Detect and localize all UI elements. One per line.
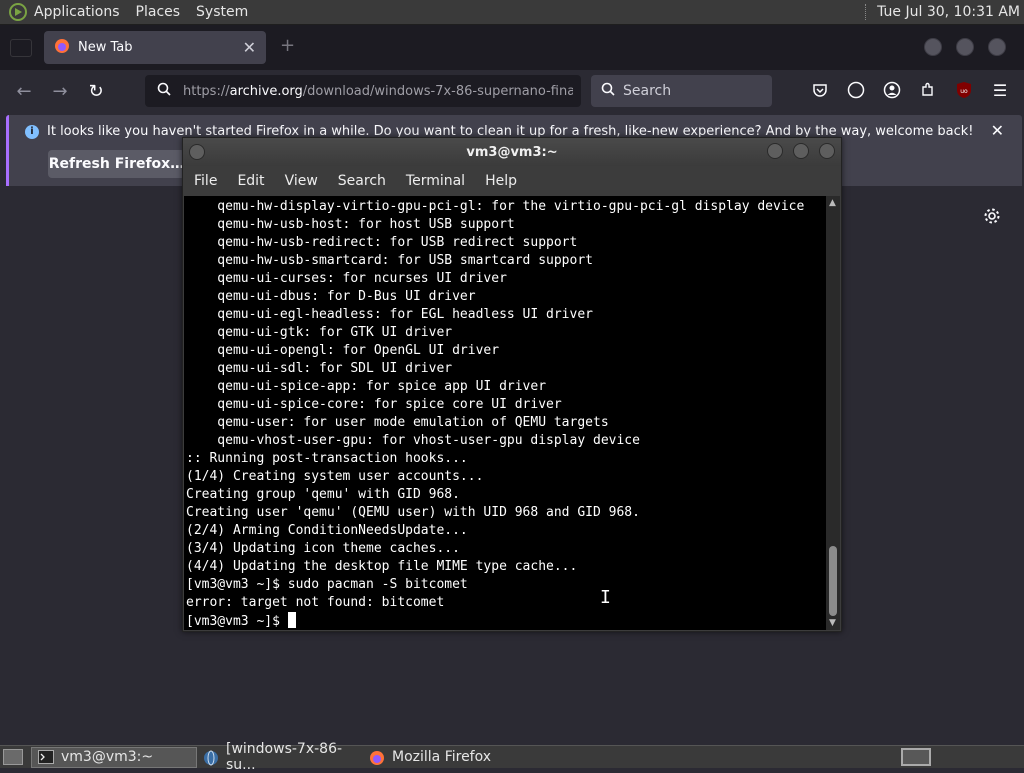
url-bar[interactable]: https://archive.org/download/windows-7x-…: [145, 75, 581, 107]
taskbar-item-label: [windows-7x-86-su...: [226, 741, 343, 773]
terminal-line: qemu-hw-usb-redirect: for USB redirect s…: [186, 235, 578, 250]
close-window-button[interactable]: [988, 38, 1006, 56]
text-cursor-icon: I: [600, 587, 611, 608]
terminal-line: qemu-hw-display-virtio-gpu-pci-gl: for t…: [186, 199, 805, 214]
terminal-window: vm3@vm3:~ File Edit View Search Terminal…: [182, 137, 842, 632]
menu-terminal[interactable]: Terminal: [406, 173, 465, 189]
taskbar-item-download[interactable]: [windows-7x-86-su...: [197, 741, 363, 773]
menu-edit[interactable]: Edit: [237, 173, 264, 189]
clock[interactable]: Tue Jul 30, 10:31 AM: [877, 4, 1020, 20]
close-notification-icon[interactable]: ✕: [991, 121, 1004, 140]
gear-icon[interactable]: [983, 207, 1001, 229]
menu-view[interactable]: View: [285, 173, 318, 189]
ublock-origin-icon[interactable]: uo: [953, 79, 975, 101]
terminal-cursor: [287, 612, 296, 628]
extensions-icon[interactable]: [917, 79, 939, 101]
nav-bar: ← → ↻ https://archive.org/download/windo…: [0, 70, 1024, 112]
bottom-taskbar: vm3@vm3:~ [windows-7x-86-su... Mozilla F…: [0, 741, 1024, 773]
terminal-line: qemu-ui-dbus: for D-Bus UI driver: [186, 289, 476, 304]
minimize-button[interactable]: [924, 38, 942, 56]
scroll-up-icon[interactable]: ▲: [829, 198, 836, 208]
new-tab-icon[interactable]: +: [280, 35, 295, 56]
terminal-window-controls: [767, 143, 835, 159]
reload-icon[interactable]: ↻: [81, 76, 111, 106]
terminal-line: (1/4) Creating system user accounts...: [186, 469, 484, 484]
svg-text:uo: uo: [960, 88, 968, 95]
window-menu-button[interactable]: [189, 144, 205, 160]
info-icon: i: [25, 125, 39, 139]
forward-icon[interactable]: →: [45, 76, 75, 106]
terminal-line: :: Running post-transaction hooks...: [186, 451, 468, 466]
terminal-line: qemu-ui-sdl: for SDL UI driver: [186, 361, 453, 376]
close-tab-icon[interactable]: ✕: [243, 38, 256, 57]
window-controls: [924, 38, 1006, 56]
terminal-output[interactable]: qemu-hw-display-virtio-gpu-pci-gl: for t…: [184, 196, 826, 630]
applications-logo-icon[interactable]: [8, 2, 28, 22]
terminal-line: Creating user 'qemu' (QEMU user) with UI…: [186, 505, 640, 520]
terminal-line: Creating group 'qemu' with GID 968.: [186, 487, 460, 502]
terminal-prompt-line: [vm3@vm3 ~]$: [186, 612, 826, 630]
search-placeholder: Search: [623, 83, 672, 99]
terminal-line: qemu-hw-usb-host: for host USB support: [186, 217, 515, 232]
terminal-line: error: target not found: bitcomet: [186, 595, 445, 610]
taskbar-item-label: Mozilla Firefox: [392, 749, 492, 765]
terminal-line: qemu-ui-spice-core: for spice core UI dr…: [186, 397, 562, 412]
system-menu[interactable]: System: [196, 4, 248, 20]
minimize-button[interactable]: [767, 143, 783, 159]
places-menu[interactable]: Places: [136, 4, 181, 20]
terminal-title: vm3@vm3:~: [466, 144, 558, 160]
firefox-logo-icon: [369, 750, 385, 765]
panel-separator: [865, 4, 867, 20]
circle-icon[interactable]: [845, 79, 867, 101]
tab-title: New Tab: [78, 40, 133, 55]
account-icon[interactable]: [881, 79, 903, 101]
terminal-line: [vm3@vm3 ~]$ sudo pacman -S bitcomet: [186, 577, 468, 592]
terminal-line: qemu-ui-opengl: for OpenGL UI driver: [186, 343, 500, 358]
search-icon: [601, 82, 615, 100]
tab-new-tab[interactable]: New Tab ✕: [44, 31, 266, 64]
terminal-line: qemu-user: for user mode emulation of QE…: [186, 415, 609, 430]
workspace-switcher[interactable]: [901, 748, 931, 766]
terminal-line: (2/4) Arming ConditionNeedsUpdate...: [186, 523, 468, 538]
refresh-firefox-button[interactable]: Refresh Firefox…: [48, 150, 185, 178]
firefox-view-icon[interactable]: [10, 38, 32, 57]
taskbar-item-firefox[interactable]: Mozilla Firefox: [363, 747, 529, 768]
terminal-icon: [38, 750, 54, 764]
menu-search[interactable]: Search: [338, 173, 386, 189]
scroll-down-icon[interactable]: ▼: [829, 618, 836, 628]
globe-icon: [203, 750, 219, 766]
search-bar[interactable]: Search: [591, 75, 772, 107]
terminal-line: qemu-ui-spice-app: for spice app UI driv…: [186, 379, 547, 394]
tab-bar: New Tab ✕ +: [0, 25, 1024, 70]
close-window-button[interactable]: [819, 143, 835, 159]
terminal-line: qemu-hw-usb-smartcard: for USB smartcard…: [186, 253, 593, 268]
firefox-logo-icon: [54, 38, 70, 58]
terminal-line: (3/4) Updating icon theme caches...: [186, 541, 460, 556]
terminal-line: qemu-ui-gtk: for GTK UI driver: [186, 325, 453, 340]
pocket-icon[interactable]: [809, 79, 831, 101]
terminal-prompt: [vm3@vm3 ~]$: [186, 614, 288, 629]
taskbar-item-terminal[interactable]: vm3@vm3:~: [31, 746, 197, 768]
scrollbar-thumb[interactable]: [829, 546, 837, 616]
terminal-line: qemu-ui-egl-headless: for EGL headless U…: [186, 307, 593, 322]
top-panel: Applications Places System Tue Jul 30, 1…: [0, 0, 1024, 25]
maximize-button[interactable]: [956, 38, 974, 56]
menu-help[interactable]: Help: [485, 173, 517, 189]
hamburger-menu-icon[interactable]: ☰: [989, 79, 1011, 101]
search-icon: [157, 82, 171, 100]
terminal-line: (4/4) Updating the desktop file MIME typ…: [186, 559, 578, 574]
taskbar-item-label: vm3@vm3:~: [61, 749, 154, 765]
terminal-scrollbar[interactable]: ▲ ▼: [826, 196, 840, 630]
menu-file[interactable]: File: [194, 173, 217, 189]
url-text: https://archive.org/download/windows-7x-…: [183, 83, 573, 99]
terminal-line: qemu-vhost-user-gpu: for vhost-user-gpu …: [186, 433, 640, 448]
terminal-line: qemu-ui-curses: for ncurses UI driver: [186, 271, 507, 286]
show-desktop-icon[interactable]: [3, 749, 23, 765]
maximize-button[interactable]: [793, 143, 809, 159]
terminal-menubar: File Edit View Search Terminal Help: [183, 166, 841, 196]
terminal-titlebar[interactable]: vm3@vm3:~: [183, 138, 841, 166]
back-icon[interactable]: ←: [9, 76, 39, 106]
applications-menu[interactable]: Applications: [34, 4, 120, 20]
